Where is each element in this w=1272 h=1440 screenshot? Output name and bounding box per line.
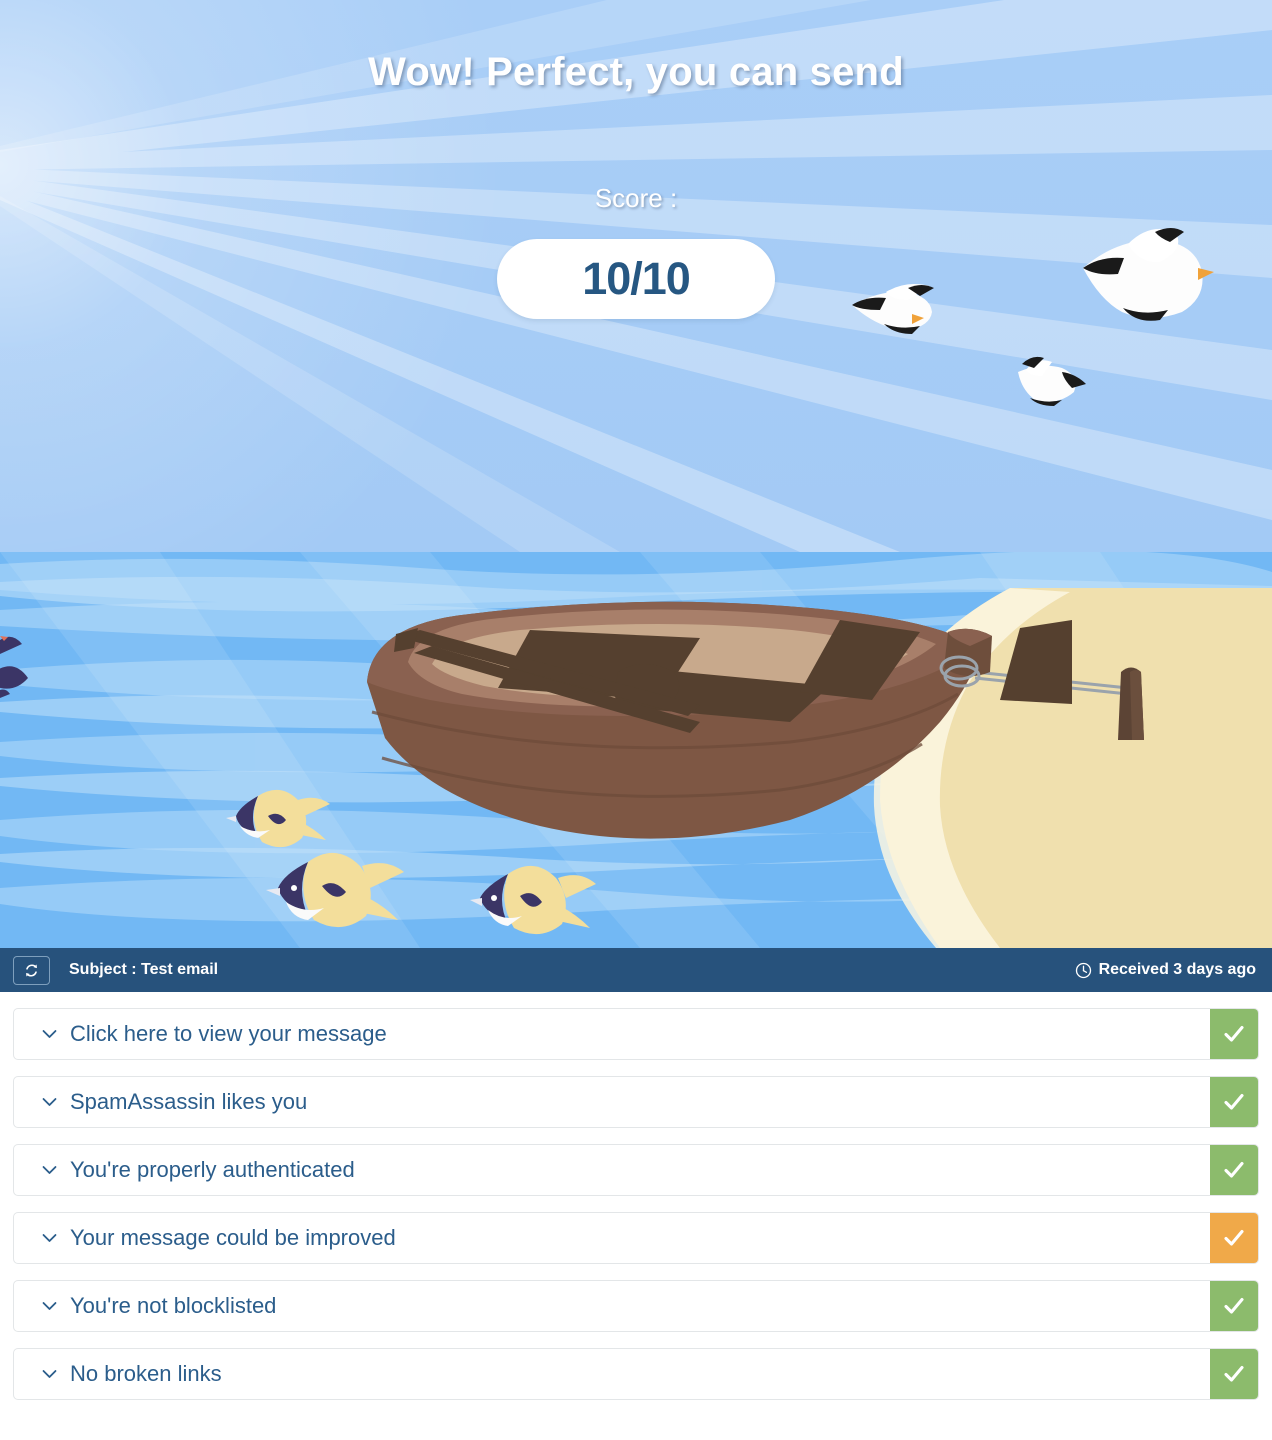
score-value: 10/10 xyxy=(582,253,691,304)
received-text: Received 3 days ago xyxy=(1098,961,1256,978)
score-label: Score : xyxy=(594,183,678,213)
check-icon xyxy=(1224,1297,1244,1314)
check-row[interactable]: You're properly authenticated xyxy=(13,1144,1259,1196)
check-row[interactable]: Click here to view your message xyxy=(13,1008,1259,1060)
check-icon xyxy=(1224,1025,1244,1042)
check-icon xyxy=(1224,1093,1244,1110)
subject-bar: Subject : Test email Received 3 days ago xyxy=(0,948,1272,992)
fish-1 xyxy=(226,789,330,848)
check-label: You're not blocklisted xyxy=(70,1293,277,1318)
checks-list: Click here to view your message SpamAssa… xyxy=(0,992,1272,1400)
received-status: Received 3 days ago xyxy=(1075,961,1256,979)
status-badge xyxy=(1210,1145,1258,1195)
check-row[interactable]: No broken links xyxy=(13,1348,1259,1400)
chevron-down-icon xyxy=(42,1301,57,1311)
check-row[interactable]: You're not blocklisted xyxy=(13,1280,1259,1332)
page-title: Wow! Perfect, you can send xyxy=(368,50,904,94)
chevron-down-icon xyxy=(42,1097,57,1107)
check-icon xyxy=(1224,1161,1244,1178)
status-badge xyxy=(1210,1281,1258,1331)
status-badge xyxy=(1210,1009,1258,1059)
chevron-down-icon xyxy=(42,1029,57,1039)
check-label: SpamAssassin likes you xyxy=(70,1089,308,1114)
chevron-down-icon xyxy=(42,1233,57,1243)
status-badge xyxy=(1210,1349,1258,1399)
check-row[interactable]: Your message could be improved xyxy=(13,1212,1259,1264)
score-badge: 10/10 xyxy=(497,239,775,319)
check-label: You're properly authenticated xyxy=(70,1157,355,1182)
check-label: Your message could be improved xyxy=(70,1225,396,1250)
clock-icon xyxy=(1075,962,1091,978)
fish-3 xyxy=(470,865,596,935)
chevron-down-icon xyxy=(42,1369,57,1379)
fish-edge xyxy=(0,636,28,698)
check-label: Click here to view your message xyxy=(70,1021,387,1046)
refresh-button[interactable] xyxy=(13,955,50,985)
chevron-down-icon xyxy=(42,1165,57,1175)
check-icon xyxy=(1224,1365,1244,1382)
check-icon xyxy=(1224,1229,1244,1246)
subject-text: Subject : Test email xyxy=(69,961,219,978)
check-row[interactable]: SpamAssassin likes you xyxy=(13,1076,1259,1128)
hero-illustration: Wow! Perfect, you can send Score : 10/10 xyxy=(0,0,1272,948)
check-label: No broken links xyxy=(70,1361,222,1386)
status-badge xyxy=(1210,1077,1258,1127)
tropical-fish-icon xyxy=(0,636,596,935)
fish-2 xyxy=(266,852,404,928)
status-badge xyxy=(1210,1213,1258,1263)
refresh-icon xyxy=(26,964,37,976)
